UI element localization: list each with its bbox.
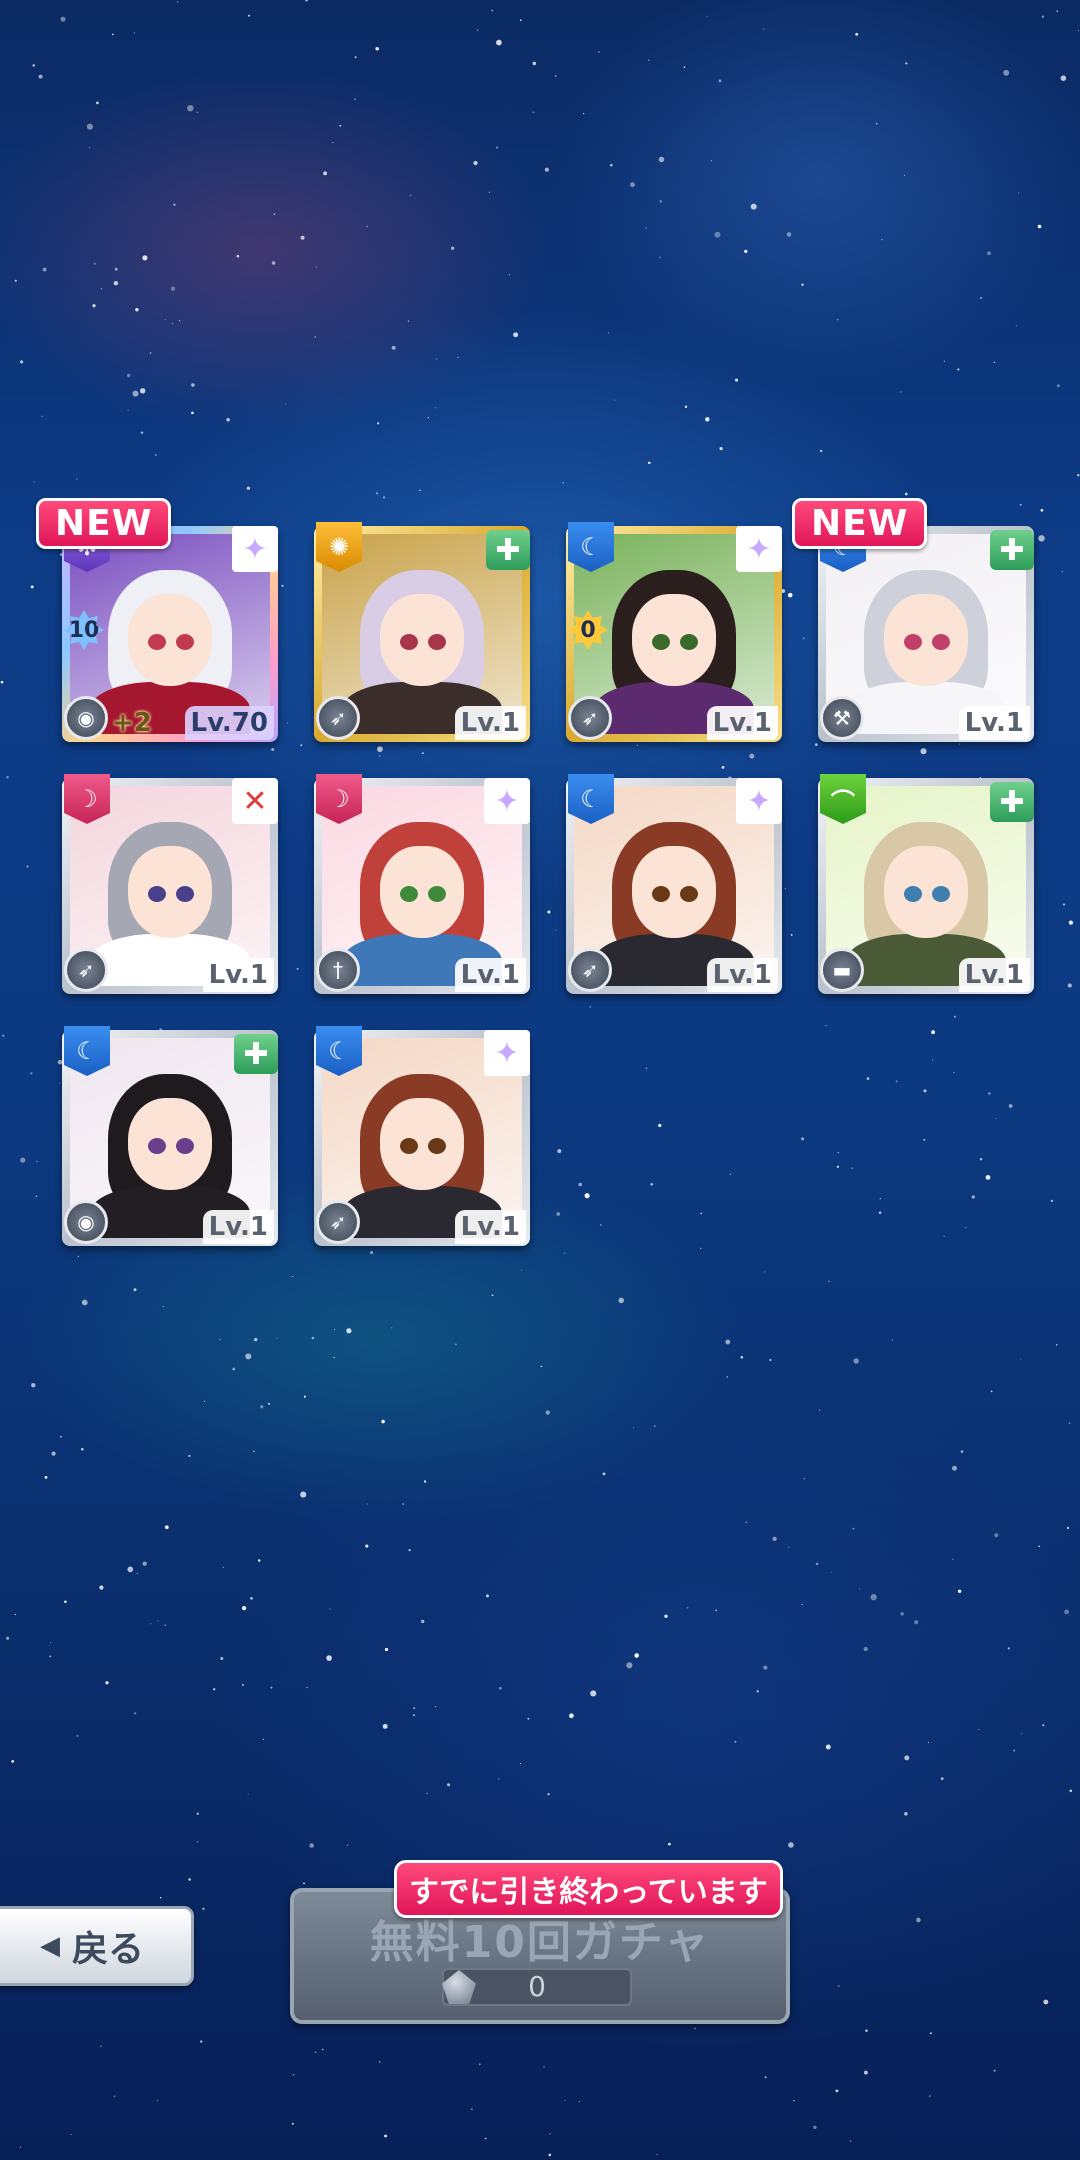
- shield-icon: ◉: [64, 1200, 108, 1244]
- heal-icon: ✚: [990, 782, 1034, 822]
- heal-icon: ✚: [234, 1034, 278, 1074]
- level-label: Lv.1: [454, 1210, 526, 1244]
- heal-icon: ✚: [486, 530, 530, 570]
- level-label: Lv.1: [202, 958, 274, 992]
- level-label: Lv.1: [202, 1210, 274, 1244]
- feather-icon: ➶: [316, 1200, 360, 1244]
- gacha-result-card[interactable]: ✺ ✚ ➶ Lv.1: [314, 522, 530, 742]
- gacha-result-card[interactable]: ☾ ✦ ➶ Lv.1: [566, 774, 782, 994]
- gacha-result-card[interactable]: ☾ ✦ 0 ➶ Lv.1: [566, 522, 782, 742]
- back-button[interactable]: ◀ 戻る: [0, 1906, 194, 1986]
- level-label: Lv.1: [454, 958, 526, 992]
- plus-value: +2: [112, 708, 152, 738]
- gacha-result-card[interactable]: ☽ ✕ ➶ Lv.1: [62, 774, 278, 994]
- gacha-result-card[interactable]: ⌒ ✚ ▬ Lv.1: [818, 774, 1034, 994]
- level-label: Lv.1: [706, 706, 778, 740]
- new-tag: NEW: [36, 498, 172, 549]
- gacha-result-card[interactable]: ☾✚⚒Lv.1NEW: [792, 498, 1034, 742]
- back-arrow-icon: ◀: [39, 1931, 60, 1961]
- gun-icon: ▬: [820, 948, 864, 992]
- sword-icon: ✕: [232, 778, 278, 824]
- gacha-result-card[interactable]: ☾ ✚ ◉ Lv.1: [62, 1026, 278, 1246]
- level-label: Lv.1: [958, 958, 1030, 992]
- feather-icon: ➶: [64, 948, 108, 992]
- star-icon: ✦: [736, 778, 782, 824]
- star-icon: ✦: [232, 526, 278, 572]
- gacha-result-card[interactable]: ✻✦10◉+2Lv.70NEW: [36, 498, 278, 742]
- level-label: Lv.1: [706, 958, 778, 992]
- count-badge: 10: [64, 610, 104, 650]
- star-icon: ✦: [484, 778, 530, 824]
- gacha-result-card[interactable]: ☾ ✦ ➶ Lv.1: [314, 1026, 530, 1246]
- count-badge: 0: [568, 610, 608, 650]
- hammer-icon: ⚒: [820, 696, 864, 740]
- shield-icon: ◉: [64, 696, 108, 740]
- gacha-result-card[interactable]: ☽ ✦ † Lv.1: [314, 774, 530, 994]
- star-icon: ✦: [484, 1030, 530, 1076]
- level-label: Lv.70: [184, 706, 274, 740]
- level-label: Lv.1: [454, 706, 526, 740]
- level-label: Lv.1: [958, 706, 1030, 740]
- feather-icon: ➶: [316, 696, 360, 740]
- back-button-label: 戻る: [71, 1929, 144, 1970]
- feather-icon: ➶: [568, 948, 612, 992]
- dagger-icon: †: [316, 948, 360, 992]
- gacha-status-tag: すでに引き終わっています: [394, 1860, 783, 1918]
- star-icon: ✦: [736, 526, 782, 572]
- new-tag: NEW: [792, 498, 928, 549]
- heal-icon: ✚: [990, 530, 1034, 570]
- feather-icon: ➶: [568, 696, 612, 740]
